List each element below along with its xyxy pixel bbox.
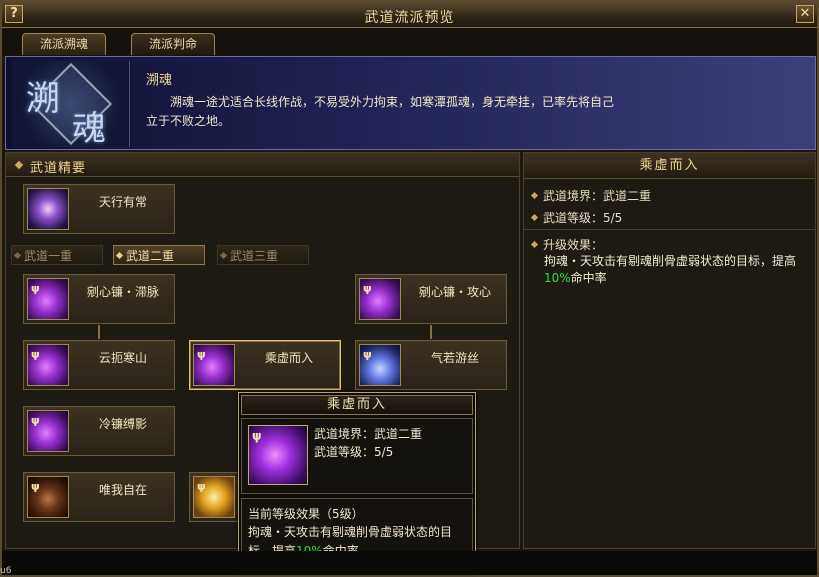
effect-pre: 拘魂・天攻击有剔魂削骨虚弱状态的目标，提高 [544, 254, 797, 268]
detail-realm: 武道境界：武道二重 [530, 187, 652, 204]
school-name: 溯魂 [146, 73, 173, 88]
purple-flame-icon: ψ [248, 425, 308, 485]
upgrade-title-text: 升级效果： [543, 238, 604, 252]
tooltip-info: ψ 武道境界：武道二重 武道等级：5/5 [241, 418, 473, 494]
effect-pct: 10% [544, 271, 571, 285]
skill-slot[interactable]: ψ 气若游丝 [355, 340, 507, 390]
detail-header: 乘虚而入 [524, 153, 815, 179]
diamond-icon [530, 240, 539, 249]
tier-tab-1[interactable]: 武道一重 [11, 245, 103, 265]
purple-flame-icon: ψ [27, 344, 69, 386]
emblem-char-1: 溯 [26, 79, 60, 119]
tab-bar: 流派溯魂 流派判命 [2, 28, 817, 56]
skill-slot[interactable]: ψ 冷镰缚影 [23, 406, 175, 456]
tree-connector [430, 325, 432, 339]
title-bar: ? 武道流派预览 ✕ [2, 2, 817, 28]
blue-soul-icon: ψ [359, 344, 401, 386]
school-description: 溯魂一途尤适合长线作战，不易受外力拘束，如寒潭孤魂，身无牵挂，已率先将自己立于不… [146, 95, 615, 128]
skill-preview-window: ? 武道流派预览 ✕ 流派溯魂 流派判命 溯 魂 溯魂 溯魂一途尤适合长线作战，… [0, 0, 819, 577]
school-banner: 溯 魂 溯魂 溯魂一途尤适合长线作战，不易受外力拘束，如寒潭孤魂，身无牵挂，已率… [5, 56, 816, 150]
purple-scythe-icon: ψ [27, 278, 69, 320]
detail-level: 武道等级：5/5 [530, 209, 623, 226]
skill-slot-selected[interactable]: ψ 乘虚而入 [189, 340, 341, 390]
purple-scythe-icon: ψ [359, 278, 401, 320]
detail-effect: 拘魂・天攻击有剔魂削骨虚弱状态的目标，提高 10%命中率 [544, 253, 806, 287]
emblem-char-2: 魂 [72, 109, 106, 149]
level-text: 武道等级：5/5 [543, 211, 623, 225]
golden-light-icon: ψ [193, 476, 235, 518]
diamond-icon [530, 191, 539, 200]
tier-label: 武道二重 [126, 249, 175, 263]
skill-tooltip: 乘虚而入 ψ 武道境界：武道二重 武道等级：5/5 当前等级效果（5级） 拘魂・… [238, 392, 476, 572]
realm-text: 武道境界：武道二重 [543, 189, 652, 203]
footer-bar [2, 551, 817, 575]
detail-upgrade-title: 升级效果： [530, 236, 604, 253]
tab-panming[interactable]: 流派判命 [131, 33, 215, 55]
tab-suhun[interactable]: 流派溯魂 [22, 33, 106, 55]
skill-name: 气若游丝 [430, 351, 479, 365]
tier-tab-3[interactable]: 武道三重 [217, 245, 309, 265]
skill-name: 乘虚而入 [264, 351, 313, 365]
diamond-icon [13, 251, 22, 260]
tier-tabs: 武道一重 武道二重 武道三重 [11, 245, 516, 265]
purple-flame-icon: ψ [193, 344, 235, 386]
tree-connector [98, 325, 100, 339]
dark-warrior-icon: ψ [27, 476, 69, 518]
diamond-icon [14, 160, 24, 170]
shadow-scythe-icon: ψ [27, 410, 69, 452]
diamond-icon [219, 251, 228, 260]
close-icon[interactable]: ✕ [796, 5, 814, 23]
detail-panel: 乘虚而入 武道境界：武道二重 武道等级：5/5 升级效果： 拘魂・天攻击有剔魂削… [523, 152, 816, 549]
spirit-figure-icon [27, 188, 69, 230]
effect-post: 命中率 [570, 271, 607, 285]
skill-slot[interactable]: ψ 唯我自在 [23, 472, 175, 522]
skill-slot[interactable]: ψ 云扼寒山 [23, 340, 175, 390]
school-emblem: 溯 魂 [12, 61, 130, 149]
essence-title: 武道精要 [30, 161, 87, 176]
tooltip-current-level: 当前等级效果（5级） [248, 507, 364, 521]
essence-skill[interactable]: 天行有常 [23, 184, 175, 234]
skill-name: 天行有常 [98, 195, 147, 209]
skill-name: 剜心镰・滞脉 [86, 285, 159, 299]
divider [524, 229, 815, 230]
tier-tab-2[interactable]: 武道二重 [113, 245, 205, 265]
corner-text: u6 [0, 566, 12, 576]
tier-label: 武道三重 [230, 249, 279, 263]
window-title: 武道流派预览 [364, 10, 455, 26]
essence-header: 武道精要 [6, 153, 519, 177]
tier-label: 武道一重 [24, 249, 73, 263]
tooltip-realm: 武道境界：武道二重 [314, 427, 423, 441]
skill-name: 剜心镰・攻心 [418, 285, 491, 299]
tooltip-title: 乘虚而入 [241, 395, 473, 415]
tooltip-level: 武道等级：5/5 [314, 445, 394, 459]
diamond-icon [530, 213, 539, 222]
skill-slot[interactable]: ψ 剜心镰・攻心 [355, 274, 507, 324]
skill-slot[interactable]: ψ 剜心镰・滞脉 [23, 274, 175, 324]
diamond-icon [115, 251, 124, 260]
skill-name: 云扼寒山 [98, 351, 147, 365]
skill-name: 唯我自在 [98, 483, 147, 497]
skill-name: 冷镰缚影 [98, 417, 147, 431]
